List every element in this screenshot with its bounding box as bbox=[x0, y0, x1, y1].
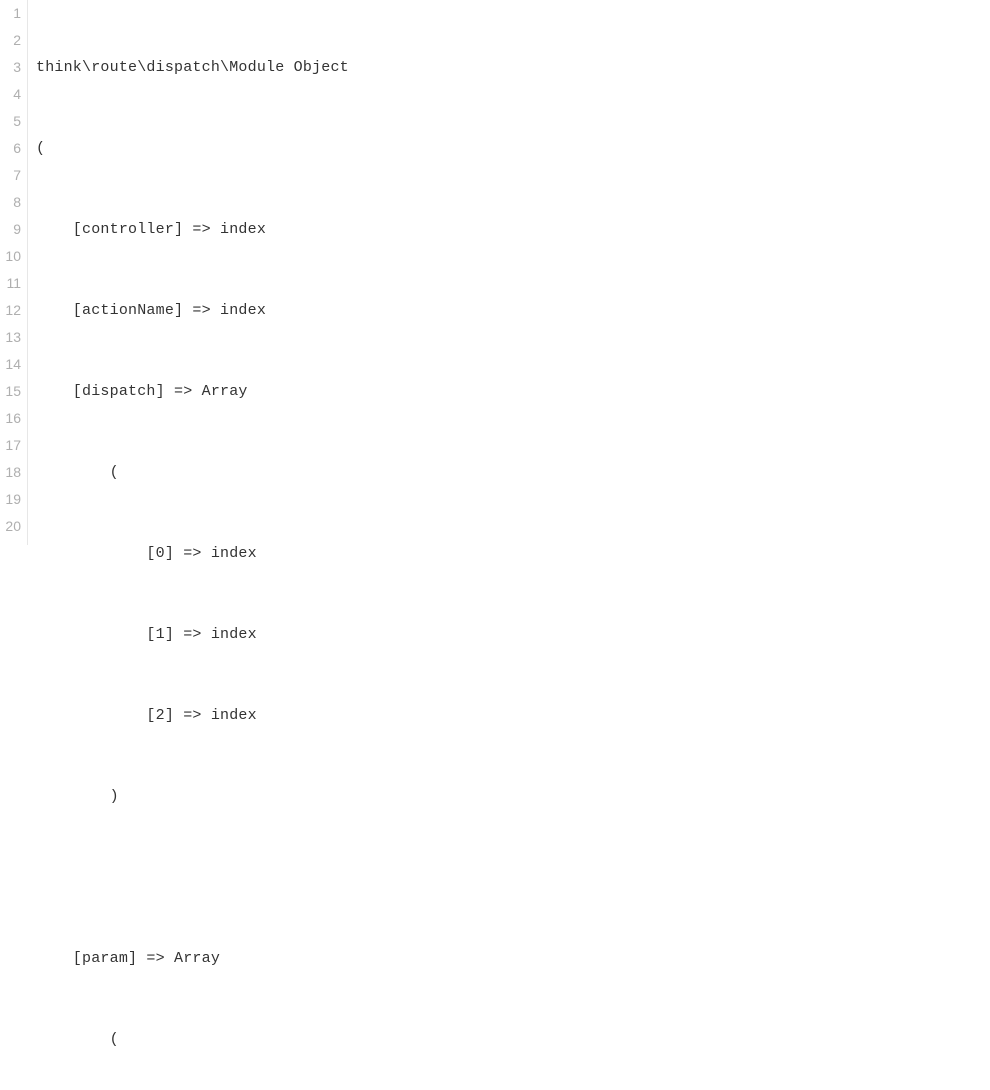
line-number: 20 bbox=[4, 513, 21, 540]
code-line: [0] => index bbox=[36, 540, 990, 567]
line-number: 3 bbox=[4, 54, 21, 81]
line-number: 13 bbox=[4, 324, 21, 351]
code-content[interactable]: think\route\dispatch\Module Object ( [co… bbox=[28, 0, 990, 545]
line-number: 6 bbox=[4, 135, 21, 162]
line-number: 7 bbox=[4, 162, 21, 189]
line-number: 4 bbox=[4, 81, 21, 108]
code-line: [controller] => index bbox=[36, 216, 990, 243]
line-number: 11 bbox=[4, 270, 21, 297]
line-number: 1 bbox=[4, 0, 21, 27]
line-number: 10 bbox=[4, 243, 21, 270]
code-line: think\route\dispatch\Module Object bbox=[36, 54, 990, 81]
line-number: 12 bbox=[4, 297, 21, 324]
code-line: [actionName] => index bbox=[36, 297, 990, 324]
line-number: 17 bbox=[4, 432, 21, 459]
code-line: [2] => index bbox=[36, 702, 990, 729]
line-number: 5 bbox=[4, 108, 21, 135]
line-number: 8 bbox=[4, 189, 21, 216]
code-container: 1 2 3 4 5 6 7 8 9 10 11 12 13 14 15 16 1… bbox=[0, 0, 990, 545]
code-line: ( bbox=[36, 135, 990, 162]
code-line bbox=[36, 864, 990, 891]
line-number: 9 bbox=[4, 216, 21, 243]
code-line: [1] => index bbox=[36, 621, 990, 648]
code-line: ) bbox=[36, 783, 990, 810]
line-number: 18 bbox=[4, 459, 21, 486]
line-number: 14 bbox=[4, 351, 21, 378]
code-line: ( bbox=[36, 1026, 990, 1053]
code-line: [dispatch] => Array bbox=[36, 378, 990, 405]
line-number: 16 bbox=[4, 405, 21, 432]
line-number: 19 bbox=[4, 486, 21, 513]
code-line: [param] => Array bbox=[36, 945, 990, 972]
line-number: 2 bbox=[4, 27, 21, 54]
line-number: 15 bbox=[4, 378, 21, 405]
line-number-gutter: 1 2 3 4 5 6 7 8 9 10 11 12 13 14 15 16 1… bbox=[0, 0, 28, 545]
code-line: ( bbox=[36, 459, 990, 486]
